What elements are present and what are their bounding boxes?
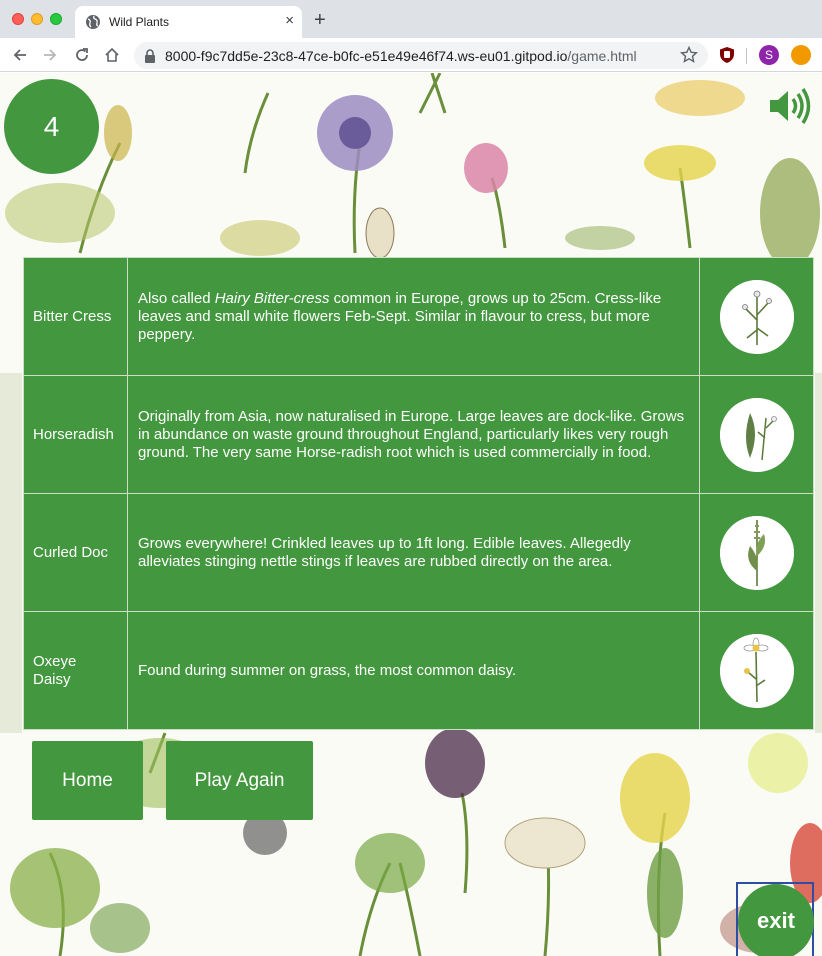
back-button[interactable]	[8, 43, 32, 67]
table-row: Bitter Cress Also called Hairy Bitter-cr…	[23, 257, 814, 376]
home-button[interactable]: Home	[32, 741, 143, 820]
description-text: Also called	[138, 289, 215, 307]
url-host: 8000-f9c7dd5e-23c8-47ce-b0fc-e51e49e46f7…	[165, 48, 568, 64]
curled-dock-illustration	[719, 515, 794, 590]
url-text: 8000-f9c7dd5e-23c8-47ce-b0fc-e51e49e46f7…	[165, 48, 637, 64]
tab-title: Wild Plants	[109, 15, 170, 29]
toolbar-separator	[746, 48, 747, 64]
new-tab-button[interactable]: +	[314, 9, 326, 31]
plant-name: Curled Doc	[23, 493, 128, 612]
description-italic-text: Hairy Bitter-cress	[214, 289, 330, 307]
plant-image-cell	[699, 257, 814, 376]
reload-icon	[76, 48, 88, 61]
address-bar[interactable]: 8000-f9c7dd5e-23c8-47ce-b0fc-e51e49e46f7…	[134, 42, 708, 69]
table-row: Oxeye Daisy Found during summer on grass…	[23, 611, 814, 730]
house-icon	[105, 47, 119, 62]
tab-close-button[interactable]: ×	[285, 12, 294, 30]
score-counter: 4	[4, 79, 99, 174]
lock-icon	[145, 49, 155, 63]
plant-name: Bitter Cress	[23, 257, 128, 376]
bookmark-star-icon[interactable]	[680, 46, 698, 64]
plant-image-cell	[699, 375, 814, 494]
arrow-right-icon	[44, 49, 57, 61]
play-again-button[interactable]: Play Again	[166, 741, 313, 820]
plant-results-table: Bitter Cress Also called Hairy Bitter-cr…	[23, 257, 814, 730]
globe-icon	[86, 15, 100, 29]
exit-button[interactable]: exit	[738, 884, 814, 956]
close-window-button[interactable]	[12, 13, 24, 25]
browser-toolbar: 8000-f9c7dd5e-23c8-47ce-b0fc-e51e49e46f7…	[0, 38, 822, 72]
url-path: /game.html	[567, 48, 637, 64]
profile-avatar[interactable]: S	[759, 45, 779, 65]
table-row: Curled Doc Grows everywhere! Crinkled le…	[23, 493, 814, 612]
plant-name: Oxeye Daisy	[23, 611, 128, 730]
browser-chrome: Wild Plants × + 8000-f9c7dd5e-23c8-47ce-…	[0, 0, 822, 72]
bitter-cress-illustration	[719, 279, 794, 354]
plant-description: Originally from Asia, now naturalised in…	[127, 375, 700, 494]
browser-tab[interactable]: Wild Plants ×	[75, 6, 302, 38]
reload-button[interactable]	[70, 43, 94, 67]
plant-name: Horseradish	[23, 375, 128, 494]
minimize-window-button[interactable]	[31, 13, 43, 25]
game-page: 4 Bitter Cress Also called Hairy Bitter-…	[0, 73, 822, 956]
horseradish-illustration	[719, 397, 794, 472]
forward-button[interactable]	[38, 43, 62, 67]
plant-image-cell	[699, 493, 814, 612]
maximize-window-button[interactable]	[50, 13, 62, 25]
speaker-volume-icon[interactable]	[768, 87, 812, 125]
plant-description: Found during summer on grass, the most c…	[127, 611, 700, 730]
plant-description: Also called Hairy Bitter-cress common in…	[127, 257, 700, 376]
arrow-left-icon	[13, 49, 26, 61]
plant-image-cell	[699, 611, 814, 730]
home-browser-button[interactable]	[100, 43, 124, 67]
ublock-extension-icon[interactable]	[718, 46, 736, 64]
table-row: Horseradish Originally from Asia, now na…	[23, 375, 814, 494]
plant-description: Grows everywhere! Crinkled leaves up to …	[127, 493, 700, 612]
oxeye-daisy-illustration	[719, 633, 794, 708]
extension-icon[interactable]	[791, 45, 811, 65]
